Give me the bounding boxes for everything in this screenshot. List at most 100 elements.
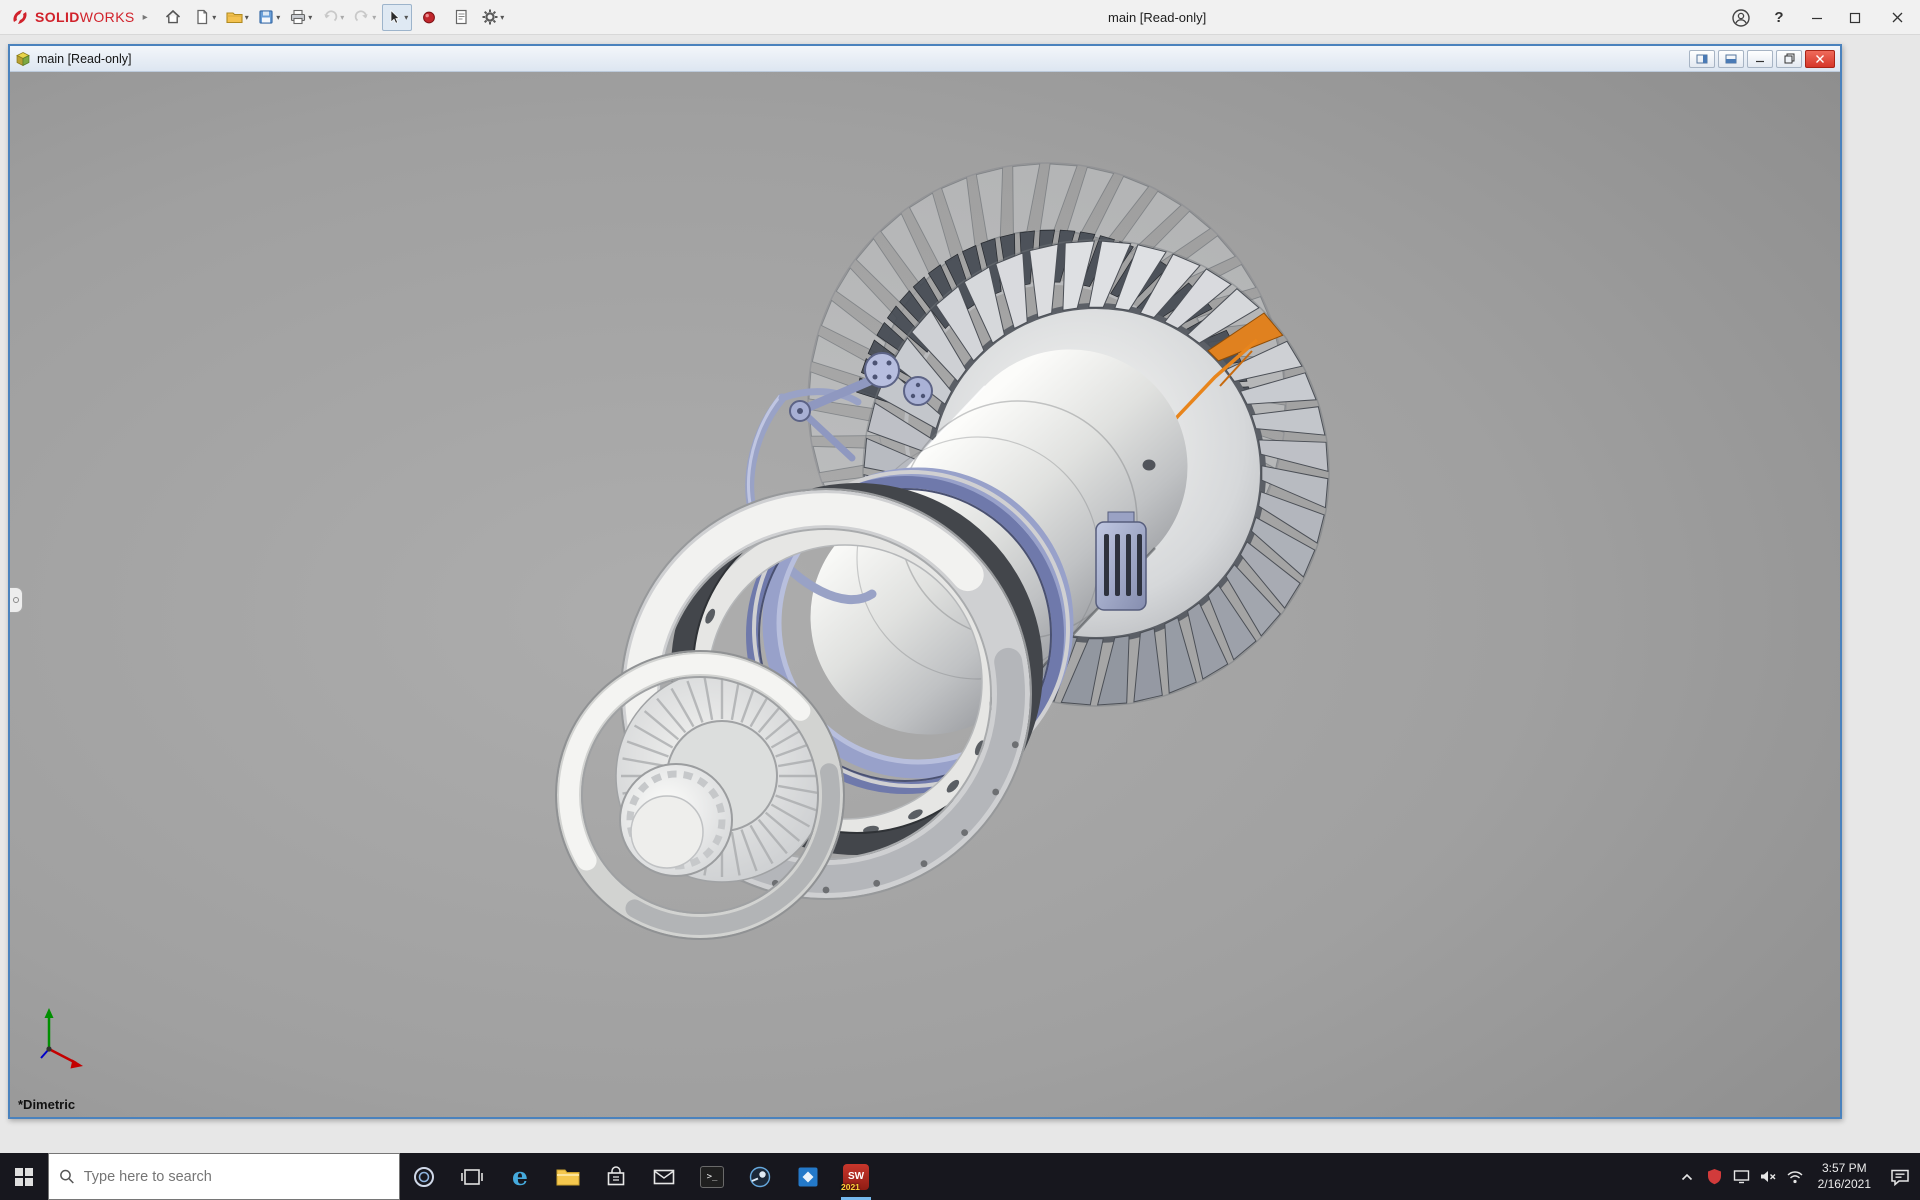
photos-app-icon[interactable] [784,1153,832,1200]
account-button[interactable] [1722,0,1760,35]
clock-time: 3:57 PM [1818,1161,1871,1177]
close-icon [1891,11,1904,24]
maximize-icon [1849,12,1861,24]
save-dropdown[interactable]: ▾ [276,13,280,22]
pane-view-icon [1725,54,1737,64]
file-explorer-icon [555,1166,581,1188]
edge-icon: e [512,1162,528,1191]
view-orientation-label: *Dimetric [18,1097,75,1112]
volume-muted-icon [1759,1169,1777,1184]
gear-icon [481,8,499,26]
close-button[interactable] [1874,0,1920,35]
slotted-bracket-part [1096,512,1146,610]
clock-date: 2/16/2021 [1818,1177,1871,1193]
select-tool-button[interactable]: ▾ [382,4,412,31]
terminal-icon: >_ [700,1166,724,1188]
settings-dropdown[interactable]: ▾ [500,13,504,22]
store-icon [605,1166,627,1188]
undo-button[interactable]: ▾ [318,4,348,31]
document-titlebar[interactable]: main [Read-only] [10,46,1840,72]
doc-close-icon [1815,54,1825,64]
taskbar-search[interactable] [48,1153,400,1200]
hidden-icons-button[interactable] [1674,1153,1701,1200]
redo-icon [353,8,371,26]
print-icon [289,8,307,26]
doc-close-button[interactable] [1805,50,1835,68]
settings-button[interactable]: ▾ [478,4,508,31]
new-document-dropdown[interactable]: ▾ [212,13,216,22]
solidworks-brand: SOLIDWORKS [0,7,141,27]
windows-logo-icon [15,1168,33,1186]
undo-dropdown[interactable]: ▾ [340,13,344,22]
document-properties-button[interactable] [446,4,476,31]
solidworks-logo-icon [10,7,30,27]
security-tray-button[interactable] [1701,1153,1728,1200]
search-icon [59,1168,75,1185]
new-document-icon [193,8,211,26]
system-tray: 3:57 PM 2/16/2021 [1674,1153,1920,1200]
media-app-circle-icon [748,1165,772,1189]
maximize-button[interactable] [1836,0,1874,35]
redo-button[interactable]: ▾ [350,4,380,31]
save-button[interactable]: ▾ [254,4,284,31]
account-icon [1731,8,1751,28]
mail-icon [652,1167,676,1187]
terminal-app-icon[interactable]: >_ [688,1153,736,1200]
redo-dropdown[interactable]: ▾ [372,13,376,22]
volume-tray-button[interactable] [1755,1153,1782,1200]
print-dropdown[interactable]: ▾ [308,13,312,22]
panel-tab-dot-icon [13,597,19,603]
split-view-icon [1696,54,1708,64]
open-dropdown[interactable]: ▾ [245,13,249,22]
media-app-icon[interactable] [736,1153,784,1200]
doc-viewport-layout-button[interactable] [1689,50,1715,68]
task-view-button[interactable] [448,1153,496,1200]
doc-pane-button[interactable] [1718,50,1744,68]
open-folder-icon [225,8,244,26]
action-center-button[interactable] [1880,1153,1920,1200]
cortana-button[interactable] [400,1153,448,1200]
part-document-icon [15,51,31,67]
windows-taskbar: e >_ [0,1153,1920,1200]
network-icon [1786,1170,1804,1184]
display-tray-button[interactable] [1728,1153,1755,1200]
select-tool-dropdown[interactable]: ▾ [404,13,408,22]
minimize-button[interactable] [1798,0,1836,35]
collapsed-panel-tab[interactable] [10,587,23,613]
cortana-icon [412,1165,436,1189]
viewport-3d[interactable]: *Dimetric [10,72,1840,1117]
doc-minimize-button[interactable] [1747,50,1773,68]
search-input[interactable] [84,1169,389,1185]
help-icon: ? [1774,9,1783,26]
minimize-icon [1811,12,1823,24]
display-icon [1733,1169,1750,1184]
new-document-button[interactable]: ▾ [190,4,220,31]
mail-app-icon[interactable] [640,1153,688,1200]
solidworks-app-icon[interactable]: SW 2021 [832,1153,880,1200]
menu-flyout-icon[interactable]: ▸ [143,12,148,23]
engine-model [10,72,1840,1117]
store-app-icon[interactable] [592,1153,640,1200]
start-button[interactable] [0,1153,48,1200]
solidworks-application: SOLIDWORKS ▸ ▾ [0,0,1920,1200]
appearance-button[interactable] [414,4,444,31]
taskbar-clock[interactable]: 3:57 PM 2/16/2021 [1809,1161,1880,1192]
action-center-icon [1890,1168,1910,1186]
document-title: main [Read-only] [37,52,132,66]
edge-app-icon[interactable]: e [496,1153,544,1200]
app-window-title: main [Read-only] [1108,0,1206,35]
file-explorer-app-icon[interactable] [544,1153,592,1200]
print-button[interactable]: ▾ [286,4,316,31]
doc-minimize-icon [1755,54,1765,64]
app-titlebar: SOLIDWORKS ▸ ▾ [0,0,1920,35]
home-icon [164,8,182,26]
doc-restore-icon [1784,53,1795,64]
help-button[interactable]: ? [1760,0,1798,35]
network-tray-button[interactable] [1782,1153,1809,1200]
open-button[interactable]: ▾ [222,4,252,31]
chevron-up-icon [1681,1173,1693,1181]
save-icon [257,8,275,26]
security-shield-icon [1707,1168,1722,1185]
doc-restore-button[interactable] [1776,50,1802,68]
home-button[interactable] [158,4,188,31]
